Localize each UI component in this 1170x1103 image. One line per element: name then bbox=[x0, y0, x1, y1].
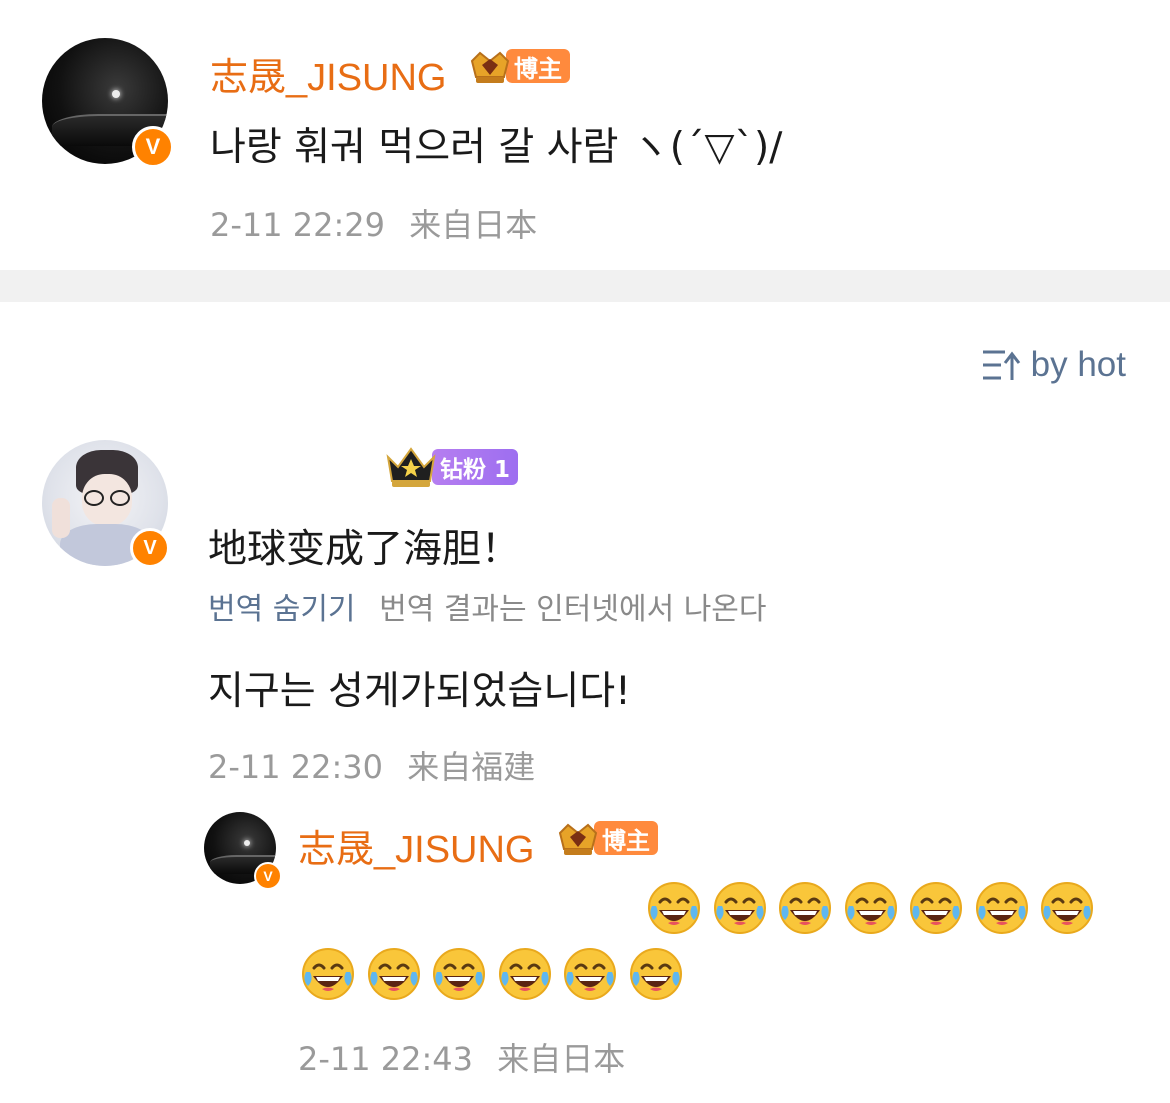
reply-time: 2-11 22:43 bbox=[298, 1040, 474, 1078]
fan-badge-label: 钻粉 1 bbox=[432, 449, 519, 485]
crown-icon bbox=[470, 51, 510, 83]
laughing-crying-emoji-icon bbox=[628, 946, 684, 1002]
post-text: 나랑 훠궈 먹으러 갈 사람 ヽ(´▽`)/ bbox=[210, 125, 783, 170]
laughing-crying-emoji-icon bbox=[300, 946, 356, 1002]
blogger-badge-label: 博主 bbox=[594, 821, 658, 855]
sort-icon bbox=[982, 350, 1020, 380]
section-divider bbox=[0, 270, 1170, 302]
crown-icon bbox=[558, 823, 598, 855]
comment-time: 2-11 22:30 bbox=[208, 748, 384, 786]
blogger-badge: 博主 bbox=[556, 818, 658, 858]
blogger-badge-label: 博主 bbox=[506, 49, 570, 83]
reply-author-avatar[interactable]: V bbox=[204, 812, 282, 890]
translation-row: 번역 숨기기 번역 결과는 인터넷에서 나온다 bbox=[208, 584, 767, 628]
post-time: 2-11 22:29 bbox=[210, 206, 386, 244]
reply-author-name[interactable]: 志晟_JISUNG bbox=[298, 818, 534, 873]
comment-meta: 2-11 22:30 来自福建 bbox=[208, 742, 535, 788]
post-source: 来自日本 bbox=[409, 206, 538, 244]
sort-label: by hot bbox=[1030, 345, 1126, 384]
laughing-crying-emoji-icon bbox=[1039, 880, 1095, 936]
laughing-crying-emoji-icon bbox=[562, 946, 618, 1002]
verified-v-icon: V bbox=[254, 862, 282, 890]
laughing-crying-emoji-icon bbox=[497, 946, 553, 1002]
laughing-crying-emoji-icon bbox=[843, 880, 899, 936]
post-meta: 2-11 22:29 来自日本 bbox=[210, 200, 537, 246]
sort-button[interactable]: by hot bbox=[981, 345, 1126, 385]
laughing-crying-emoji-icon bbox=[366, 946, 422, 1002]
crown-icon bbox=[386, 447, 436, 487]
comment-text: 地球变成了海胆！ bbox=[208, 527, 521, 572]
laughing-crying-emoji-icon bbox=[646, 880, 702, 936]
verified-v-icon: V bbox=[130, 528, 170, 568]
laughing-crying-emoji-icon bbox=[777, 880, 833, 936]
reply-meta: 2-11 22:43 来自日本 bbox=[298, 1034, 625, 1080]
verified-v-icon: V bbox=[132, 126, 174, 168]
blogger-badge: 博主 bbox=[468, 46, 570, 86]
fan-badge: 钻粉 1 bbox=[384, 446, 519, 488]
laughing-crying-emoji-icon bbox=[974, 880, 1030, 936]
comment-author-avatar[interactable]: V bbox=[42, 440, 170, 568]
post-author-name[interactable]: 志晟_JISUNG bbox=[210, 46, 446, 101]
translated-text: 지구는 성게가되었습니다! bbox=[208, 669, 631, 714]
translation-note: 번역 결과는 인터넷에서 나온다 bbox=[379, 592, 767, 627]
post-author-avatar[interactable]: V bbox=[42, 38, 174, 168]
comment-source: 来自福建 bbox=[407, 748, 536, 786]
laughing-crying-emoji-icon bbox=[431, 946, 487, 1002]
hide-translation-link[interactable]: 번역 숨기기 bbox=[208, 592, 356, 627]
laughing-crying-emoji-icon bbox=[712, 880, 768, 936]
laughing-crying-emoji-icon bbox=[908, 880, 964, 936]
reply-source: 来自日本 bbox=[497, 1040, 626, 1078]
